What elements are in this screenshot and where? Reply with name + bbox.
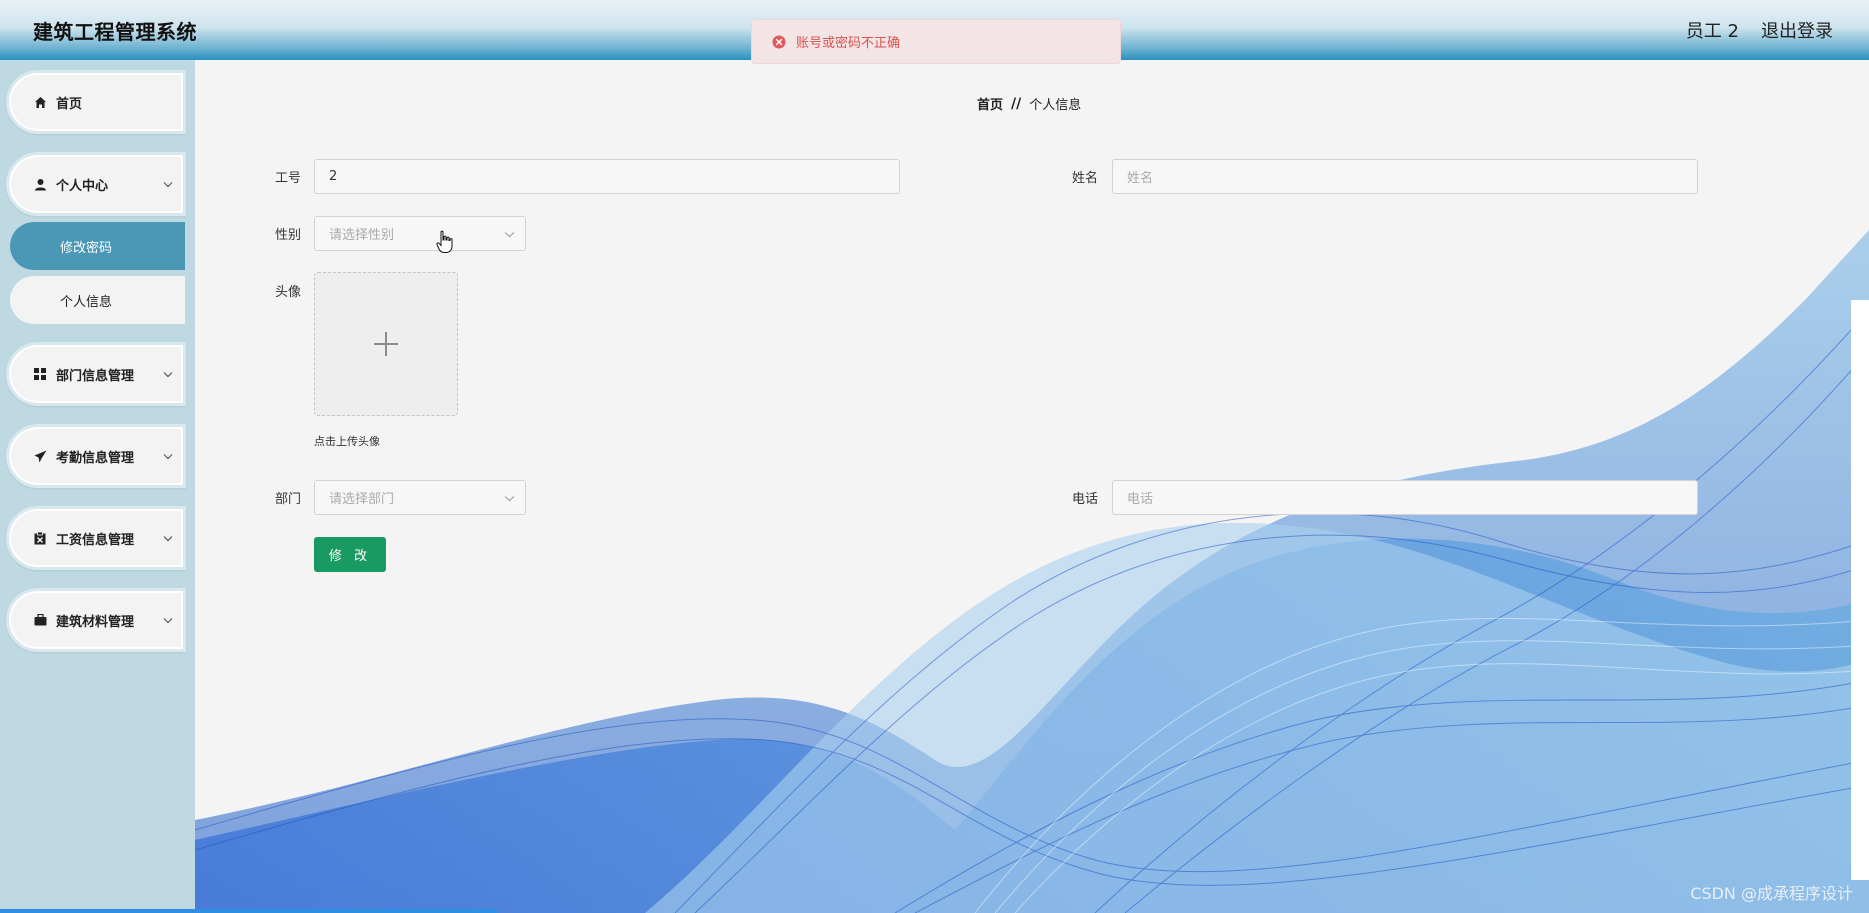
chevron-down-icon — [504, 490, 515, 505]
name-label: 姓名 — [1072, 171, 1099, 186]
breadcrumb-separator: // — [1011, 95, 1022, 112]
personal-center-submenu: 修改密码 个人信息 — [0, 222, 195, 324]
sidebar-item-label: 部门信息管理 — [56, 368, 135, 384]
briefcase-icon — [33, 613, 47, 627]
app-title: 建筑工程管理系统 — [33, 19, 197, 44]
dept-select[interactable]: 请选择部门 — [314, 480, 526, 515]
emp-no-input[interactable]: 2 — [314, 159, 900, 194]
sidebar-item-department[interactable]: 部门信息管理 — [6, 342, 186, 406]
phone-label: 电话 — [1072, 492, 1099, 507]
gender-select[interactable]: 请选择性别 — [314, 216, 526, 251]
subitem-label: 个人信息 — [60, 294, 113, 310]
chevron-down-icon — [163, 613, 173, 628]
sidebar-item-label: 首页 — [56, 96, 83, 112]
chevron-down-icon — [504, 226, 515, 241]
toast-message: 账号或密码不正确 — [796, 36, 901, 51]
breadcrumb-current: 个人信息 — [1029, 98, 1082, 113]
gender-label: 性别 — [275, 228, 302, 243]
gender-placeholder: 请选择性别 — [329, 228, 395, 243]
logout-link[interactable]: 退出登录 — [1761, 17, 1833, 43]
avatar-upload[interactable] — [314, 272, 458, 416]
right-edge-panel — [1851, 300, 1869, 880]
name-input[interactable]: 姓名 — [1112, 159, 1698, 194]
avatar-label: 头像 — [275, 285, 302, 300]
chevron-down-icon — [163, 531, 173, 546]
current-user: 员工 2 — [1685, 21, 1739, 42]
grid-icon — [33, 367, 47, 381]
sidebar: 首页 个人中心 修改密码 个人信息 部门信息管理 考勤信息管理 工资信息管理 建… — [0, 60, 195, 913]
clipboard-icon — [33, 531, 47, 545]
sidebar-item-label: 建筑材料管理 — [56, 614, 135, 630]
breadcrumb: 首页 // 个人信息 — [977, 94, 1082, 114]
dept-label: 部门 — [275, 492, 302, 507]
sidebar-subitem-personal-info[interactable]: 个人信息 — [10, 276, 185, 324]
loading-progress-bar — [0, 909, 497, 913]
sidebar-item-materials[interactable]: 建筑材料管理 — [6, 588, 186, 652]
sidebar-item-attendance[interactable]: 考勤信息管理 — [6, 424, 186, 488]
breadcrumb-home[interactable]: 首页 — [977, 94, 1003, 113]
sidebar-item-personal-center[interactable]: 个人中心 — [6, 152, 186, 216]
chevron-down-icon — [163, 367, 173, 382]
sidebar-item-label: 考勤信息管理 — [56, 450, 135, 466]
sidebar-item-label: 个人中心 — [56, 178, 109, 194]
chevron-down-icon — [163, 449, 173, 464]
header-user-area: 员工 2 退出登录 — [1686, 17, 1833, 43]
error-circle-icon — [772, 35, 786, 49]
name-placeholder: 姓名 — [1127, 171, 1154, 186]
sidebar-item-home[interactable]: 首页 — [6, 70, 186, 134]
phone-input[interactable]: 电话 — [1112, 480, 1698, 515]
emp-no-value: 2 — [329, 169, 338, 184]
sidebar-item-salary[interactable]: 工资信息管理 — [6, 506, 186, 570]
subitem-label: 修改密码 — [60, 240, 113, 256]
sidebar-item-label: 工资信息管理 — [56, 532, 135, 548]
paper-plane-icon — [33, 449, 47, 463]
user-icon — [33, 177, 47, 191]
home-icon — [33, 95, 47, 109]
error-toast: 账号或密码不正确 — [751, 19, 1121, 64]
hand-cursor-icon — [436, 230, 453, 253]
chevron-down-icon — [163, 177, 173, 192]
plus-icon — [374, 332, 398, 356]
sidebar-subitem-change-password[interactable]: 修改密码 — [10, 222, 185, 270]
dept-placeholder: 请选择部门 — [329, 492, 395, 507]
watermark: CSDN @成承程序设计 — [1690, 884, 1853, 903]
avatar-upload-tip: 点击上传头像 — [314, 435, 380, 448]
phone-placeholder: 电话 — [1127, 492, 1154, 507]
main-content: 首页 // 个人信息 工号 2 姓名 姓名 性别 请选择性别 头像 点击上传头像… — [195, 60, 1869, 913]
submit-button[interactable]: 修 改 — [314, 537, 386, 572]
emp-no-label: 工号 — [275, 171, 302, 186]
